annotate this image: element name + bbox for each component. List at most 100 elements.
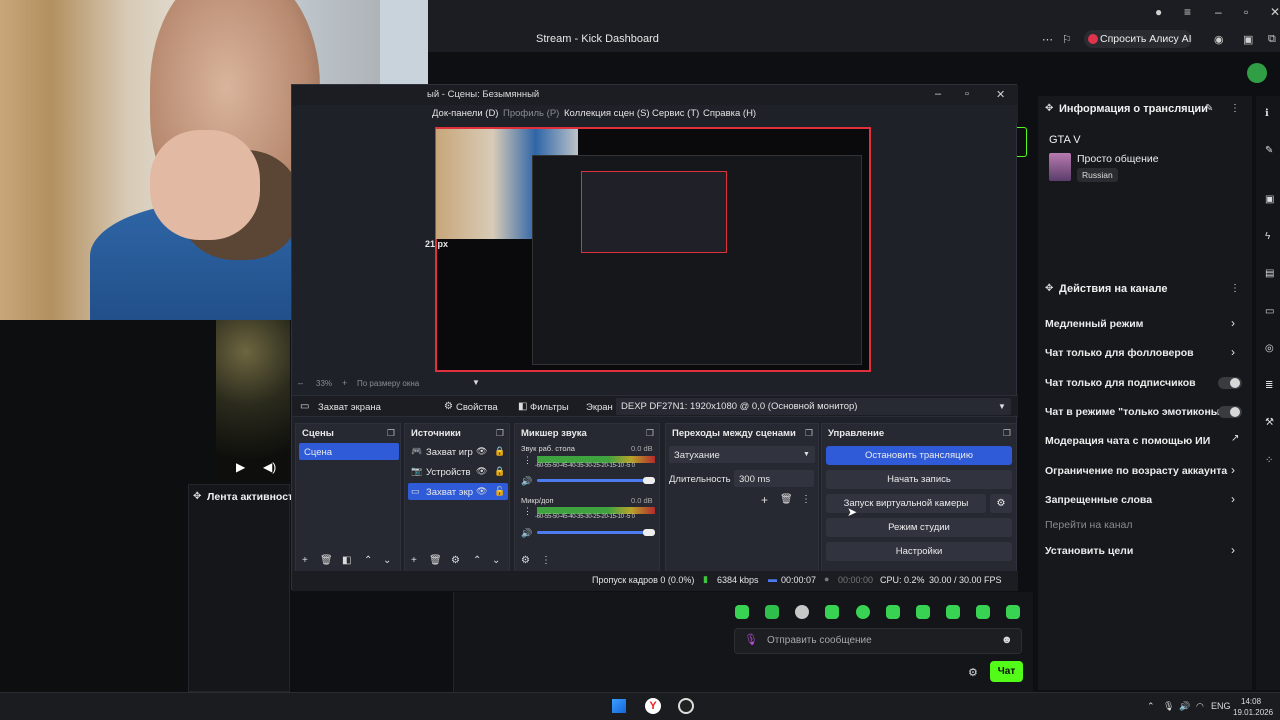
chevron-down-icon[interactable]: ▼ [998,402,1006,411]
chevron-down-icon[interactable]: ▼ [803,451,810,458]
stop-streaming-button[interactable]: Остановить трансляцию [826,446,1012,465]
network-tray-icon[interactable]: ◠ [1196,701,1204,712]
obs-taskbar-icon[interactable] [678,698,694,714]
scene-filters-icon[interactable]: ◧ [342,555,351,566]
menu-profile[interactable]: Профиль (P) [503,108,559,119]
chevron-right-icon[interactable]: › [1231,463,1235,477]
screen-icon[interactable]: ▣ [1265,194,1275,205]
chevron-right-icon[interactable]: › [1231,316,1235,330]
dock-undock-icon[interactable]: ❐ [646,428,654,439]
document-icon[interactable]: ▤ [1265,268,1275,279]
microphone-icon[interactable]: 🎙 [744,633,758,646]
yandex-browser-icon[interactable]: Y [645,698,661,714]
clock-time[interactable]: 14:08 [1241,697,1261,706]
virtual-camera-settings-icon[interactable]: ⚙ [990,494,1012,513]
emote-icon[interactable] [886,605,900,619]
cast-icon[interactable]: ◉ [1214,33,1224,46]
stack-icon[interactable]: ≣ [1265,380,1275,391]
emote-icon[interactable] [735,605,749,619]
chat-icon[interactable]: ▭ [1265,306,1275,317]
add-transition-icon[interactable]: + [761,493,768,507]
edit-icon[interactable]: ✎ [1205,103,1213,114]
speaker-icon[interactable]: 🔊 [521,476,532,487]
action-followers-only[interactable]: Чат только для фолловеров [1045,347,1194,359]
microphone-tray-icon[interactable]: 🎙 [1163,701,1174,712]
obs-minimize-icon[interactable]: – [935,88,941,100]
mixer-settings-icon[interactable]: ⚙ [521,555,530,566]
dock-undock-icon[interactable]: ❐ [387,428,395,439]
extensions-icon[interactable]: ⧉ [1268,33,1276,46]
zoom-out-icon[interactable]: – [298,378,303,388]
chevron-right-icon[interactable]: › [1231,492,1235,506]
mixer-more-icon[interactable]: ⋮ [523,455,532,466]
pencil-icon[interactable]: ✎ [1265,145,1275,156]
move-down-icon[interactable]: ⌄ [383,555,391,566]
minimize-icon[interactable]: – [1215,5,1222,19]
stream-info-more-icon[interactable]: ⋮ [1230,103,1240,114]
emoji-icon[interactable]: ☻ [1001,634,1013,646]
emote-icon[interactable] [825,605,839,619]
action-age-restriction[interactable]: Ограничение по возрасту аккаунта [1045,465,1227,477]
broadcast-icon[interactable]: ◎ [1265,343,1275,354]
move-up-icon[interactable]: ⌃ [364,555,372,566]
chat-settings-icon[interactable]: ⚙ [968,666,978,679]
mixer-more-icon[interactable]: ⋮ [523,506,532,517]
remove-scene-icon[interactable]: 🗑 [320,555,333,566]
chevron-right-icon[interactable]: › [1231,543,1235,557]
action-set-goals[interactable]: Установить цели [1045,545,1133,557]
user-avatar[interactable] [1247,63,1267,83]
chat-send-button[interactable]: Чат [990,661,1023,682]
properties-button[interactable]: Свойства [456,402,498,413]
lock-icon[interactable]: 🔒 [494,466,505,477]
subscribers-only-toggle[interactable] [1218,377,1242,389]
remove-transition-icon[interactable]: 🗑 [780,494,793,505]
action-slow-mode[interactable]: Медленный режим [1045,318,1143,330]
drag-handle-icon[interactable]: ✥ [1045,283,1053,294]
bookmark-icon[interactable]: ⚐ [1062,33,1072,46]
emote-icon[interactable] [765,605,779,619]
info-icon[interactable]: ℹ [1265,108,1275,119]
emote-icon[interactable] [916,605,930,619]
menu-docks[interactable]: Док-панели (D) [432,108,498,119]
emotes-only-toggle[interactable] [1218,406,1242,418]
mixer-volume-knob[interactable] [643,477,655,484]
drag-handle-icon[interactable]: ✥ [193,491,201,502]
drag-handle-icon[interactable]: ✥ [1045,103,1053,114]
windows-start-icon[interactable] [612,699,626,713]
source-item-label[interactable]: Устройств [426,467,471,478]
obs-zoom-mode[interactable]: По размеру окна [357,379,419,388]
lightning-icon[interactable]: ϟ [1265,231,1275,242]
settings-button[interactable]: Настройки [826,542,1012,561]
visibility-eye-icon[interactable]: 👁 [476,486,487,497]
visibility-eye-icon[interactable]: 👁 [476,466,487,477]
language-indicator[interactable]: ENG [1211,701,1231,711]
mixer-volume-slider[interactable] [537,531,655,534]
action-banned-words[interactable]: Запрещенные слова [1045,494,1152,506]
obs-close-icon[interactable]: ✕ [996,88,1005,101]
visibility-eye-icon[interactable]: 👁 [476,446,487,457]
transition-menu-icon[interactable]: ⋮ [801,494,811,505]
more-icon[interactable]: ⋯ [1042,33,1053,46]
add-scene-icon[interactable]: + [302,555,308,566]
chevron-down-icon[interactable]: ▼ [472,378,480,387]
nodes-icon[interactable]: ⁘ [1265,455,1275,466]
emote-icon[interactable] [946,605,960,619]
filters-button[interactable]: Фильтры [530,402,569,413]
collections-icon[interactable]: ▣ [1243,33,1253,46]
wrench-icon[interactable]: ⚒ [1265,417,1275,428]
lock-icon[interactable]: 🔓 [494,486,505,497]
mixer-volume-slider[interactable] [537,479,655,482]
move-down-icon[interactable]: ⌄ [492,555,500,566]
lock-icon[interactable]: 🔒 [494,446,505,457]
dock-undock-icon[interactable]: ❐ [1003,428,1011,439]
play-icon[interactable]: ▶ [236,460,245,474]
profile-icon[interactable]: ● [1155,5,1162,19]
mixer-volume-knob[interactable] [643,529,655,536]
studio-mode-button[interactable]: Режим студии [826,518,1012,537]
ask-alice-button[interactable]: Спросить Алису AI [1084,30,1192,48]
emote-icon[interactable] [976,605,990,619]
clock-date[interactable]: 19.01.2026 [1233,708,1273,717]
tray-chevron-icon[interactable]: ⌃ [1147,701,1155,712]
action-go-to-channel[interactable]: Перейти на канал [1045,519,1133,531]
move-up-icon[interactable]: ⌃ [473,555,481,566]
